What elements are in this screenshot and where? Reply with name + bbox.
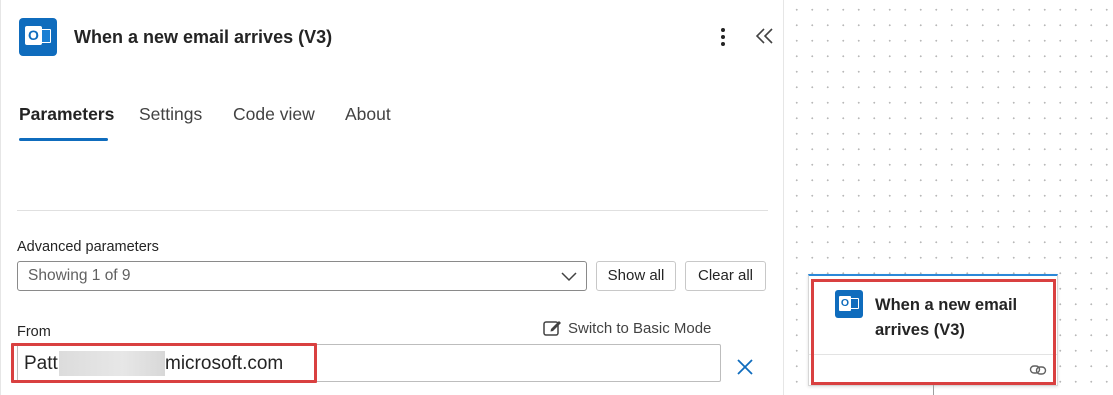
show-all-button[interactable]: Show all: [596, 261, 676, 291]
switch-mode-label: Switch to Basic Mode: [568, 319, 712, 337]
switch-to-basic-mode-button[interactable]: Switch to Basic Mode: [542, 318, 711, 338]
node-title: When a new email arrives (V3): [875, 293, 1045, 343]
section-divider: [17, 210, 768, 211]
panel-header: O When a new email arrives (V3): [1, 0, 785, 74]
from-field-label: From: [17, 324, 51, 340]
redacted-region: [59, 351, 165, 376]
from-value-start: Patt: [24, 353, 58, 374]
node-title-line1: When a new email: [875, 296, 1018, 314]
tab-settings[interactable]: Settings: [139, 104, 202, 125]
outlook-letter: O: [25, 26, 42, 45]
tab-about[interactable]: About: [345, 104, 391, 125]
edit-icon: [543, 321, 561, 336]
from-value-end: microsoft.com: [165, 353, 284, 374]
action-details-panel: O When a new email arrives (V3) Paramete…: [0, 0, 784, 395]
tab-parameters[interactable]: Parameters: [19, 104, 114, 125]
active-tab-indicator: [19, 138, 108, 141]
advanced-parameters-dropdown[interactable]: Showing 1 of 9: [17, 261, 587, 291]
chevron-down-icon: [561, 272, 577, 282]
from-input[interactable]: Patt microsoft.com: [17, 344, 721, 382]
advanced-parameters-label: Advanced parameters: [17, 239, 159, 255]
node-divider: [809, 354, 1057, 355]
trigger-node-card[interactable]: O When a new email arrives (V3): [808, 274, 1058, 386]
double-chevron-left-icon[interactable]: [753, 24, 777, 48]
outlook-icon: O: [835, 290, 863, 318]
node-connector: [933, 385, 934, 395]
panel-title[interactable]: When a new email arrives (V3): [74, 27, 332, 48]
advanced-parameters-value: Showing 1 of 9: [28, 267, 131, 284]
more-vertical-icon[interactable]: [713, 24, 733, 50]
outlook-letter: O: [839, 296, 851, 311]
link-icon[interactable]: [1029, 363, 1047, 377]
clear-all-button[interactable]: Clear all: [685, 261, 766, 291]
outlook-icon: O: [19, 18, 57, 56]
node-title-line2: arrives (V3): [875, 321, 965, 339]
tab-code-view[interactable]: Code view: [233, 104, 315, 125]
close-icon[interactable]: [735, 357, 755, 377]
